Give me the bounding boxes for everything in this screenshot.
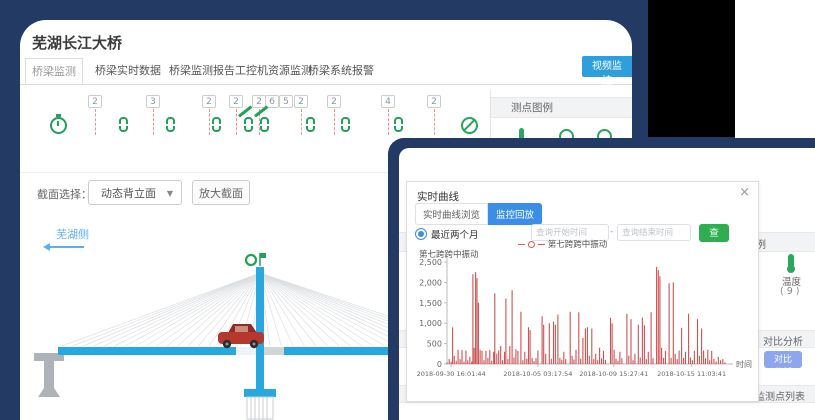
pylon-crossbeam [244,389,276,397]
compare-analysis-button[interactable]: 对比分析 [764,351,802,368]
chain-link-icon[interactable] [166,117,175,132]
sensor-count-badge: 2 [88,95,102,108]
legend-line [518,244,525,245]
chain-link-icon[interactable] [306,117,315,132]
svg-text:2018-10-05 03:17:54: 2018-10-05 03:17:54 [503,370,572,378]
legend-panel-title: 测点图例 [491,97,632,118]
svg-text:2018-10-15 11:03:41: 2018-10-15 11:03:41 [657,370,726,378]
legend-line [538,244,545,245]
section-select-dropdown[interactable]: 动态背立面 ▼ [88,180,182,205]
desktop-black-region [648,0,735,137]
legend-marker-icon [528,241,535,248]
sensor-marker-line [95,109,96,135]
video-monitor-button[interactable]: 视频监控 [582,56,632,77]
time-range-separator: - [610,227,613,237]
dialog-title: 实时曲线 [417,189,459,204]
deck-segment-light [236,347,258,355]
sensor-count-badge: 2 [427,95,441,108]
tab-realtime-curve-browse[interactable]: 实时曲线浏览 [415,203,488,225]
tab-bridge-system-alarm[interactable]: 桥梁系统报警 [308,58,374,84]
sensor-count-badge: 2 [202,95,216,108]
popup-window: 测点图例 温度 ( 9 ) 对比分析 对比分析 监测点列表 实时曲线 × 实时曲… [388,138,815,420]
page-title: 芜湖长江大桥 [32,32,122,53]
bridge-pylon [256,267,264,393]
svg-text:1,500: 1,500 [419,299,442,308]
close-icon[interactable]: × [739,185,750,200]
vibration-chart: 05001,0001,5002,0002,5002018-09-30 16:01… [409,252,753,396]
sensor-marker-line [301,109,302,135]
svg-text:2,000: 2,000 [419,278,442,287]
enlarge-section-button[interactable]: 放大截面 [192,180,250,205]
tab-bridge-monitor-report[interactable]: 桥梁监测报告 [169,58,235,84]
anemometer-icon[interactable] [246,253,266,266]
tab-bridge-realtime-data[interactable]: 桥梁实时数据 [95,58,161,84]
svg-text:时间: 时间 [736,359,752,369]
chevron-down-icon: ▼ [167,181,173,206]
svg-text:2018-09-30 16:01:44: 2018-09-30 16:01:44 [417,370,486,378]
svg-text:500: 500 [427,340,442,349]
compare-analysis-header-label: 对比分析 [763,333,803,348]
chain-link-icon[interactable] [244,117,253,132]
realtime-curve-dialog: 实时曲线 × 实时曲线浏览 监控回放 最近两个月 - 查询 第七跨跨中振动 [406,181,759,402]
svg-text:0: 0 [437,360,442,369]
chain-link-icon[interactable] [341,117,350,132]
popup-window-content: 测点图例 温度 ( 9 ) 对比分析 对比分析 监测点列表 实时曲线 × 实时曲… [399,148,815,420]
sensor-marker-line [236,109,237,135]
sensor-marker-line [388,109,389,135]
legend-series-label: 第七跨跨中振动 [548,238,608,250]
background-window-fragment [735,0,815,140]
svg-text:1,000: 1,000 [419,319,442,328]
chart-y-axis-title: 第七跨跨中振动 [419,248,479,260]
desktop-background: 芜湖长江大桥 桥梁监测 桥梁实时数据 桥梁监测报告 工控机资源监测 桥梁系统报警… [0,0,815,420]
tabbar-divider [20,84,632,85]
sensor-count-badge: 4 [381,95,395,108]
chain-link-icon[interactable] [260,117,269,132]
bridge-pier [34,353,64,397]
ban-icon[interactable] [461,117,478,134]
sensor-marker-line [153,109,154,135]
chain-link-icon[interactable] [212,117,221,132]
sensor-marker-line [434,109,435,135]
point-list-header-label: 监测点列表 [755,388,805,403]
dialog-tabbar: 实时曲线浏览 监控回放 [415,203,542,225]
sensor-marker-line [334,109,335,135]
sensor-marker-line [209,109,210,135]
dropdown-value: 动态背立面 [101,187,156,200]
thermometer-icon[interactable] [788,254,794,268]
stopwatch-icon[interactable] [50,117,67,134]
temperature-count: ( 9 ) [780,286,800,297]
chain-link-icon[interactable] [394,117,403,132]
svg-text:2018-10-09 15:27:41: 2018-10-09 15:27:41 [579,370,648,378]
deck-segment-gray [264,347,284,355]
sensor-count-badge: 2 [294,95,308,108]
sensor-count-badge: 3 [146,95,160,108]
sensor-count-badge: 5 [279,95,293,108]
pylon-piles [247,397,273,419]
section-select-label: 截面选择： [37,186,92,202]
tab-bridge-monitoring[interactable]: 桥梁监测 [25,58,83,84]
tab-ipc-resource-monitor[interactable]: 工控机资源监测 [235,58,312,84]
sensor-count-badge: 2 [327,95,341,108]
tab-monitor-playback[interactable]: 监控回放 [488,203,542,225]
chain-link-icon[interactable] [119,117,128,132]
sensor-count-badge: 2 [229,95,243,108]
